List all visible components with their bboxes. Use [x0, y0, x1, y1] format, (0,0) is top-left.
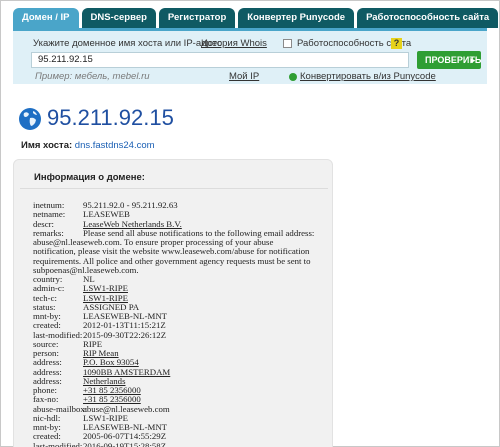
- whois-row: inetnum: 95.211.92.0 - 95.211.92.63: [33, 200, 331, 210]
- whois-record: inetnum: 95.211.92.0 - 95.211.92.63 netnam…: [33, 200, 331, 447]
- domain-info-title: Информация о домене:: [34, 172, 145, 183]
- tab-domain-ip[interactable]: Домен / IP: [13, 8, 79, 28]
- whois-row: netname: LEASEWEB: [33, 209, 331, 219]
- page: Домен / IP DNS-сервер Регистратор Конвер…: [0, 0, 500, 447]
- convert-icon: [289, 73, 297, 81]
- check-button[interactable]: ПРОВЕРИТЬ ▸: [417, 51, 481, 69]
- tab-punycode-converter[interactable]: Конвертер Punycode: [238, 8, 355, 28]
- whois-key: last-modified:: [33, 440, 83, 447]
- whois-row: abuse-mailbox: abuse@nl.leaseweb.com: [33, 404, 331, 414]
- whois-row: address: 1090BB AMSTERDAM: [33, 367, 331, 377]
- input-example: Пример: мебель, mebel.ru: [35, 71, 150, 82]
- search-panel: Укажите доменное имя хоста или IP-адрес …: [13, 28, 487, 84]
- whois-row: last-modified: 2015-09-30T22:26:12Z: [33, 330, 331, 340]
- domain-ip-input[interactable]: 95.211.92.15: [31, 52, 409, 68]
- whois-row: address: Netherlands: [33, 376, 331, 386]
- hostname-row: Имя хоста: dns.fastdns24.com: [21, 140, 155, 151]
- whois-row: phone: +31 85 2356000: [33, 385, 331, 395]
- hostname-label: Имя хоста:: [21, 140, 73, 151]
- whois-value: 2016-09-19T15:28:58Z: [83, 440, 167, 447]
- whois-row: person: RIP Mean: [33, 348, 331, 358]
- hostname-value[interactable]: dns.fastdns24.com: [75, 140, 155, 151]
- globe-icon: [19, 108, 41, 130]
- punycode-convert-link[interactable]: Конвертировать в/из Punycode: [300, 71, 436, 82]
- tab-dns-server[interactable]: DNS-сервер: [81, 8, 156, 28]
- tab-site-availability[interactable]: Работоспособность сайта: [357, 8, 499, 28]
- whois-row: mnt-by: LEASEWEB-NL-MNT: [33, 422, 331, 432]
- domain-info-box: Информация о домене: inetnum: 95.211.92.0…: [13, 159, 333, 447]
- whois-row: subpoenas@nl.leaseweb.com.: [33, 264, 139, 275]
- help-icon[interactable]: ?: [391, 38, 402, 49]
- divider: [20, 188, 328, 189]
- whois-row: status: ASSIGNED PA: [33, 302, 331, 312]
- whois-row: address: P.O. Box 93054: [33, 357, 331, 367]
- tab-bar: Домен / IP DNS-сервер Регистратор Конвер…: [13, 8, 499, 28]
- site-check-checkbox[interactable]: [283, 39, 292, 48]
- whois-row: nic-hdl: LSW1-RIPE: [33, 413, 331, 423]
- whois-row: last-modified: 2016-09-19T15:28:58Z: [33, 440, 331, 447]
- whois-row: tech-c: LSW1-RIPE: [33, 293, 331, 303]
- arrow-right-icon: ▸: [470, 55, 475, 65]
- whois-row: mnt-by: LEASEWEB-NL-MNT: [33, 311, 331, 321]
- whois-row: admin-c: LSW1-RIPE: [33, 283, 331, 293]
- my-ip-link[interactable]: Мой IP: [229, 71, 259, 82]
- whois-row: source: RIPE: [33, 339, 331, 349]
- whois-row: country: NL: [33, 274, 331, 284]
- whois-history-link[interactable]: История Whois: [201, 38, 267, 49]
- ip-title: 95.211.92.15: [47, 105, 174, 130]
- tab-registrar[interactable]: Регистратор: [158, 8, 236, 28]
- search-prompt: Укажите доменное имя хоста или IP-адрес: [33, 38, 222, 49]
